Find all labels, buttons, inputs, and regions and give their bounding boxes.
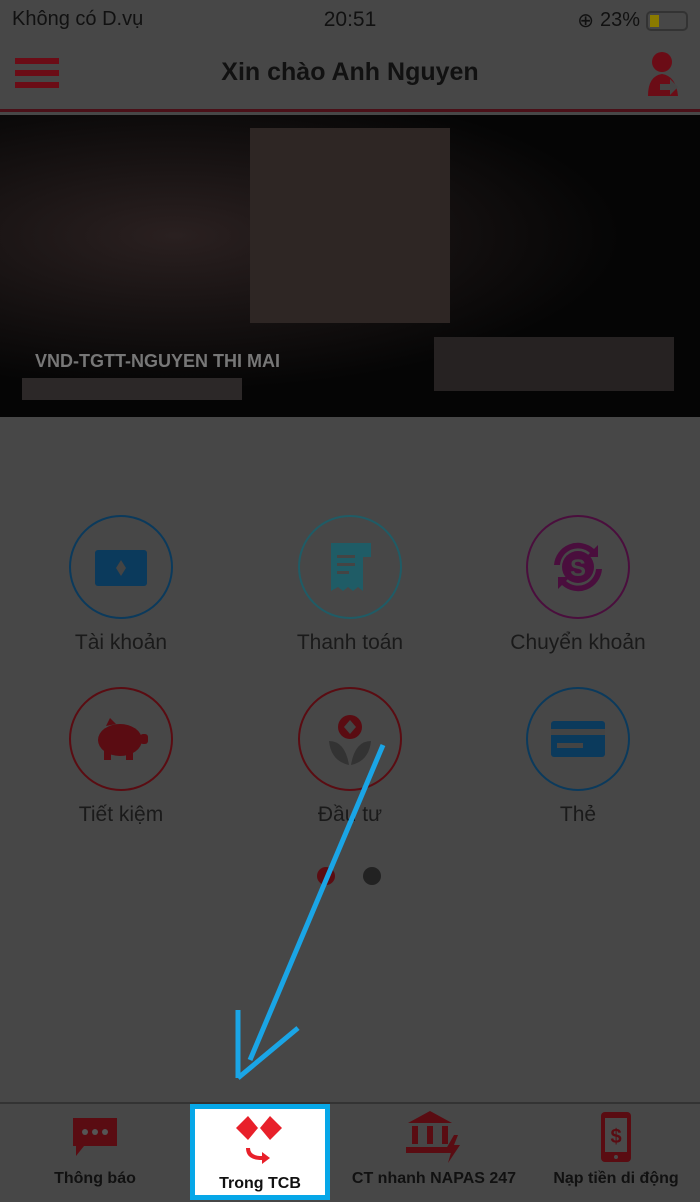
tab-trong-tcb[interactable]: Trong TCB — [190, 1104, 330, 1200]
annotation-arrow — [235, 744, 386, 1080]
svg-text:$: $ — [610, 1126, 621, 1148]
phone-topup-icon: $ — [532, 1104, 700, 1170]
chat-icon — [0, 1104, 190, 1170]
tab-nap-tien-di-dong[interactable]: $ Nạp tiền di động — [532, 1104, 700, 1202]
tab-thong-bao[interactable]: Thông báo — [0, 1104, 190, 1202]
tcb-transfer-icon — [195, 1109, 325, 1175]
bank-fast-icon — [336, 1104, 532, 1170]
bottom-tab-bar: Thông báo Trong TCB CT nhanh NAPAS 247 $… — [0, 1102, 700, 1200]
tab-ct-nhanh-napas[interactable]: CT nhanh NAPAS 247 — [336, 1104, 532, 1202]
